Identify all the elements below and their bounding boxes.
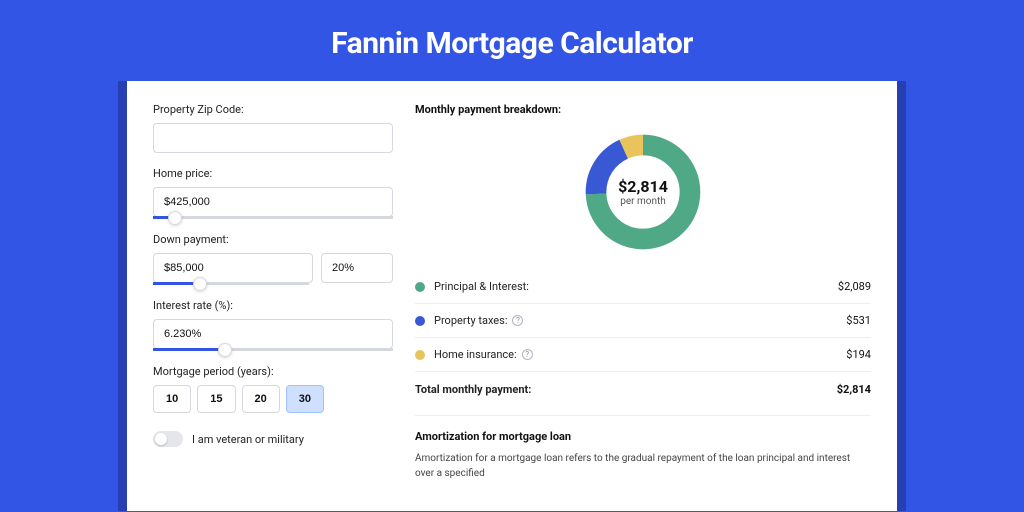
period-options: 10 15 20 30 [153, 385, 393, 413]
donut-chart-wrap: $2,814 per month [415, 130, 871, 254]
veteran-toggle-row: I am veteran or military [153, 431, 393, 447]
legend-label: Property taxes: ? [434, 314, 846, 327]
slider-thumb-icon[interactable] [218, 343, 232, 357]
period-option-30[interactable]: 30 [286, 385, 324, 413]
legend-dot-icon [415, 350, 425, 360]
total-value: $2,814 [837, 383, 871, 396]
down-payment-amount-input[interactable] [153, 253, 313, 283]
period-option-20[interactable]: 20 [242, 385, 280, 413]
legend-value: $2,089 [838, 280, 871, 293]
home-price-input[interactable] [153, 187, 393, 217]
interest-rate-field-block: Interest rate (%): [153, 299, 393, 351]
interest-rate-label: Interest rate (%): [153, 299, 393, 312]
legend-value: $531 [846, 314, 871, 327]
home-price-label: Home price: [153, 167, 393, 180]
zip-field-block: Property Zip Code: [153, 103, 393, 153]
home-price-field-block: Home price: [153, 167, 393, 219]
period-option-10[interactable]: 10 [153, 385, 191, 413]
legend-dot-icon [415, 282, 425, 292]
slider-thumb-icon[interactable] [168, 211, 182, 225]
help-icon[interactable]: ? [512, 315, 523, 326]
help-icon[interactable]: ? [522, 349, 533, 360]
down-payment-percent-input[interactable] [321, 253, 393, 283]
down-payment-slider[interactable] [153, 282, 309, 285]
home-price-slider[interactable] [153, 216, 393, 219]
period-field-block: Mortgage period (years): 10 15 20 30 [153, 365, 393, 413]
donut-chart: $2,814 per month [581, 130, 705, 254]
amortization-title: Amortization for mortgage loan [415, 430, 871, 443]
page-title: Fannin Mortgage Calculator [0, 0, 1024, 81]
zip-label: Property Zip Code: [153, 103, 393, 116]
legend-row-principal: Principal & Interest: $2,089 [415, 270, 871, 303]
down-payment-label: Down payment: [153, 233, 393, 246]
legend-label-text: Home insurance: [434, 348, 517, 361]
legend-row-insurance: Home insurance: ? $194 [415, 337, 871, 371]
donut-center: $2,814 per month [618, 177, 668, 207]
breakdown-column: Monthly payment breakdown: $2,814 per mo… [415, 103, 871, 511]
interest-rate-slider[interactable] [153, 348, 393, 351]
veteran-label: I am veteran or military [192, 433, 304, 446]
total-label: Total monthly payment: [415, 383, 837, 396]
breakdown-legend: Principal & Interest: $2,089 Property ta… [415, 270, 871, 407]
legend-dot-icon [415, 316, 425, 326]
breakdown-title: Monthly payment breakdown: [415, 103, 871, 116]
veteran-toggle[interactable] [153, 431, 183, 447]
legend-label: Principal & Interest: [434, 280, 838, 293]
legend-label-text: Property taxes: [434, 314, 507, 327]
slider-thumb-icon[interactable] [193, 277, 207, 291]
amortization-block: Amortization for mortgage loan Amortizat… [415, 415, 871, 481]
donut-center-label: per month [618, 196, 668, 207]
period-label: Mortgage period (years): [153, 365, 393, 378]
legend-value: $194 [846, 348, 871, 361]
zip-input[interactable] [153, 123, 393, 153]
amortization-text: Amortization for a mortgage loan refers … [415, 452, 871, 481]
calculator-panel: Property Zip Code: Home price: Down paym… [127, 81, 897, 511]
legend-row-taxes: Property taxes: ? $531 [415, 303, 871, 337]
panel-backdrop: Property Zip Code: Home price: Down paym… [118, 81, 906, 511]
legend-total-row: Total monthly payment: $2,814 [415, 371, 871, 407]
toggle-knob-icon [155, 433, 167, 445]
input-column: Property Zip Code: Home price: Down paym… [153, 103, 393, 511]
down-payment-field-block: Down payment: [153, 233, 393, 285]
interest-rate-input[interactable] [153, 319, 393, 349]
period-option-15[interactable]: 15 [197, 385, 235, 413]
donut-center-value: $2,814 [618, 177, 668, 196]
legend-label: Home insurance: ? [434, 348, 846, 361]
